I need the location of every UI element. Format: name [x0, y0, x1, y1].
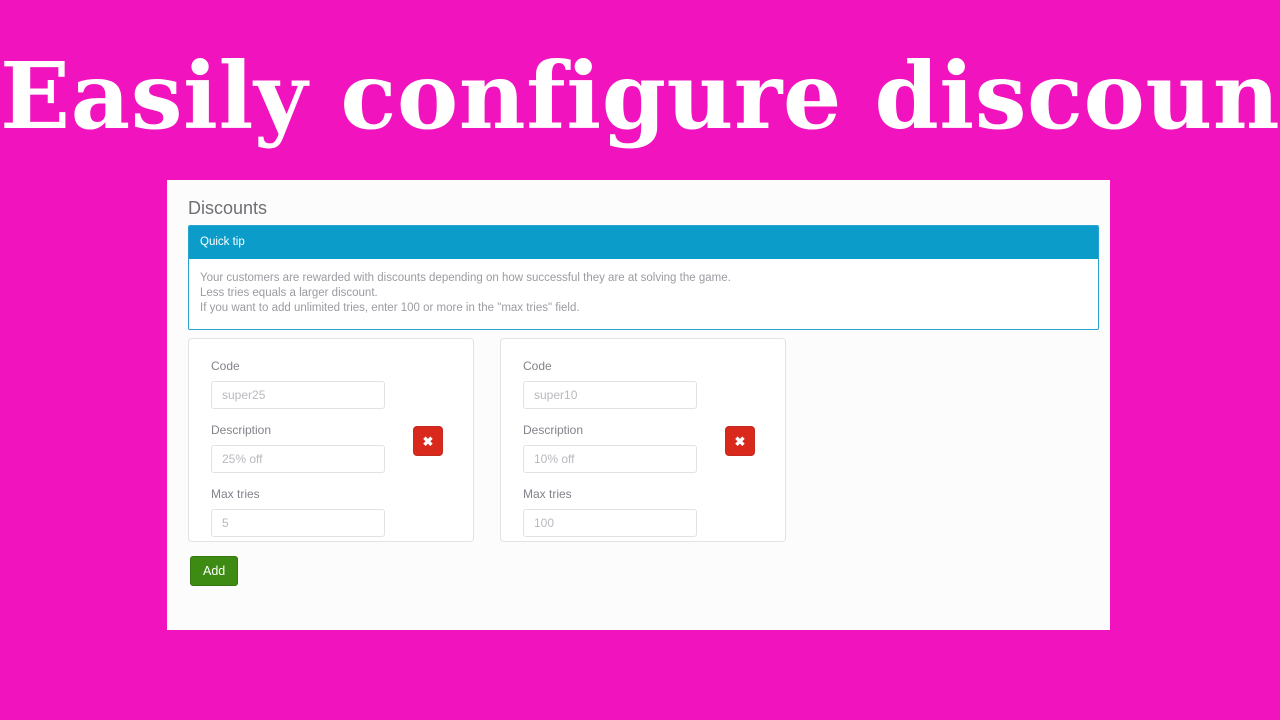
code-label: Code: [211, 359, 240, 373]
code-field-group: Code: [211, 359, 473, 409]
delete-discount-button[interactable]: ✖: [413, 426, 443, 456]
max-tries-label: Max tries: [211, 487, 260, 501]
max-tries-label: Max tries: [523, 487, 572, 501]
description-input[interactable]: [523, 445, 697, 473]
discount-cards-row: Code Description Max tries ✖ Code: [188, 338, 786, 542]
hero-title: Easily configure discounts: [0, 42, 1280, 150]
close-icon: ✖: [734, 433, 746, 449]
quick-tip-line-2: Less tries equals a larger discount.: [200, 287, 378, 299]
max-tries-field-group: Max tries: [523, 487, 785, 537]
max-tries-input[interactable]: [523, 509, 697, 537]
add-discount-button[interactable]: Add: [190, 556, 239, 586]
quick-tip-line-3: If you want to add unlimited tries, ente…: [200, 302, 580, 314]
code-field-group: Code: [523, 359, 785, 409]
delete-discount-button[interactable]: ✖: [725, 426, 755, 456]
max-tries-field-group: Max tries: [211, 487, 473, 537]
code-input[interactable]: [211, 381, 385, 409]
page-title: Discounts: [188, 198, 268, 218]
quick-tip-alert: Quick tip Your customers are rewarded wi…: [188, 225, 1099, 330]
discount-card: Code Description Max tries ✖: [188, 338, 474, 542]
screenshot-root: Easily configure discounts Discounts Qui…: [0, 0, 1280, 720]
code-label: Code: [523, 359, 552, 373]
discount-card: Code Description Max tries ✖: [500, 338, 786, 542]
quick-tip-line-1: Your customers are rewarded with discoun…: [200, 272, 731, 284]
quick-tip-header: Quick tip: [189, 226, 1098, 259]
code-input[interactable]: [523, 381, 697, 409]
max-tries-input[interactable]: [211, 509, 385, 537]
description-input[interactable]: [211, 445, 385, 473]
quick-tip-body: Your customers are rewarded with discoun…: [189, 259, 1098, 329]
discounts-panel: Discounts Quick tip Your customers are r…: [167, 180, 1110, 630]
close-icon: ✖: [422, 433, 434, 449]
